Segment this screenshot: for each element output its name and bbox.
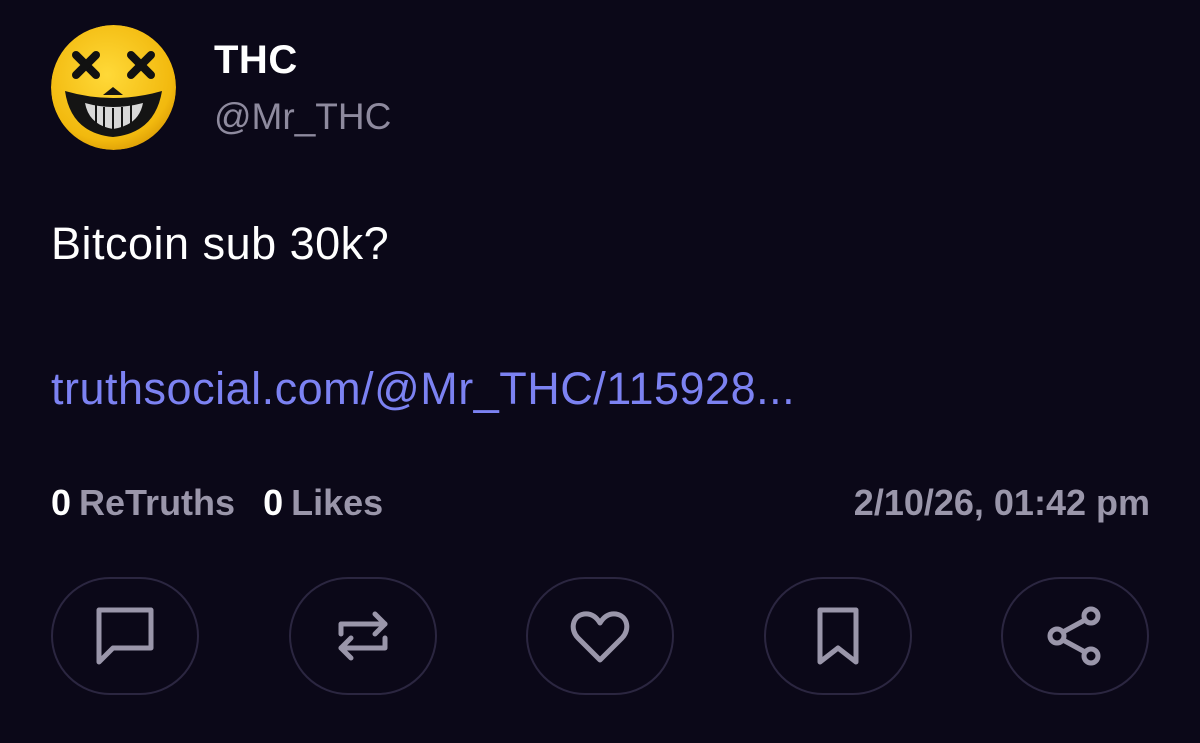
repost-icon <box>338 611 388 661</box>
avatar[interactable] <box>51 25 176 150</box>
bookmark-icon <box>817 607 859 665</box>
likes-label: Likes <box>291 482 384 523</box>
share-icon <box>1047 606 1101 666</box>
retruths-stat[interactable]: 0 ReTruths <box>51 482 235 524</box>
retruth-button[interactable] <box>289 577 437 695</box>
bookmark-button[interactable] <box>764 577 912 695</box>
post-timestamp: 2/10/26, 01:42 pm <box>853 482 1150 523</box>
action-bar <box>51 577 1151 697</box>
post-stats: 0 ReTruths 0 Likes <box>51 482 383 524</box>
likes-count: 0 <box>263 482 284 523</box>
skull-smiley-avatar-icon <box>51 25 176 150</box>
author-handle[interactable]: @Mr_THC <box>214 96 391 138</box>
retruths-label: ReTruths <box>79 482 236 523</box>
post-text: Bitcoin sub 30k? <box>51 218 390 269</box>
author-display-name[interactable]: THC <box>214 38 298 83</box>
comment-icon <box>96 607 154 665</box>
share-button[interactable] <box>1001 577 1149 695</box>
heart-icon <box>570 611 630 663</box>
like-button[interactable] <box>526 577 674 695</box>
post-link[interactable]: truthsocial.com/@Mr_THC/115928... <box>51 363 795 415</box>
retruths-count: 0 <box>51 482 72 523</box>
reply-button[interactable] <box>51 577 199 695</box>
post-card: THC @Mr_THC Bitcoin sub 30k? truthsocial… <box>0 0 1200 743</box>
likes-stat[interactable]: 0 Likes <box>263 482 383 524</box>
